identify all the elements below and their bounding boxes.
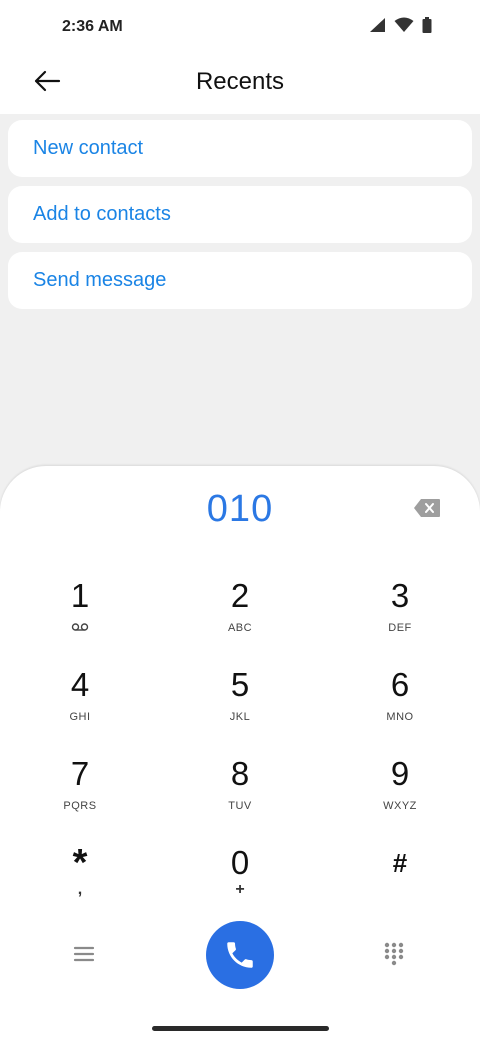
dialed-number: 010: [206, 488, 274, 530]
key-3[interactable]: 3 DEF: [340, 574, 460, 656]
key-0[interactable]: 0 +: [180, 841, 300, 923]
key-digit: 1: [70, 577, 90, 614]
wifi-icon: [394, 17, 414, 32]
key-letters: DEF: [388, 622, 412, 634]
key-digit: 8: [230, 755, 250, 792]
backspace-icon: [414, 499, 440, 517]
key-digit: 7: [70, 755, 90, 792]
home-indicator[interactable]: [152, 1026, 329, 1031]
key-digit: *: [72, 842, 88, 884]
dialpad-icon: [384, 942, 404, 966]
key-letters: JKL: [229, 711, 251, 723]
key-letters: PQRS: [63, 800, 97, 812]
key-9[interactable]: 9 WXYZ: [340, 752, 460, 834]
status-time: 2:36 AM: [62, 18, 123, 35]
send-message-button[interactable]: Send message: [8, 252, 472, 309]
key-1[interactable]: 1: [20, 574, 140, 656]
signal-icon: [370, 18, 385, 32]
key-7[interactable]: 7 PQRS: [20, 752, 140, 834]
key-star[interactable]: * ,: [20, 841, 140, 923]
key-letters: MNO: [386, 711, 414, 723]
key-letters: +: [235, 881, 245, 898]
key-8[interactable]: 8 TUV: [180, 752, 300, 834]
number-options-list: New contact Add to contacts Send message: [8, 120, 472, 318]
key-letters: WXYZ: [383, 800, 417, 812]
menu-button[interactable]: [72, 944, 98, 966]
key-letters: TUV: [228, 800, 252, 812]
key-6[interactable]: 6 MNO: [340, 663, 460, 745]
key-digit: 6: [390, 666, 410, 703]
page-title: Recents: [195, 68, 285, 95]
key-letters: GHI: [69, 711, 91, 723]
dialer-sheet: 010 1 2 ABC 3 DEF 4 GHI 5 JKL 6 MNO 7 PQ…: [0, 466, 480, 1040]
status-bar: 2:36 AM: [0, 0, 480, 56]
new-contact-button[interactable]: New contact: [8, 120, 472, 177]
key-digit: 3: [390, 577, 410, 614]
key-letters: ,: [77, 881, 83, 898]
key-letters: ABC: [227, 622, 253, 634]
key-2[interactable]: 2 ABC: [180, 574, 300, 656]
key-digit: 4: [70, 666, 90, 703]
key-digit: 0: [230, 844, 250, 881]
key-5[interactable]: 5 JKL: [180, 663, 300, 745]
add-to-contacts-button[interactable]: Add to contacts: [8, 186, 472, 243]
key-digit: 9: [390, 755, 410, 792]
backspace-button[interactable]: [413, 498, 443, 520]
key-digit: 5: [230, 666, 250, 703]
key-digit: #: [392, 848, 408, 878]
phone-icon: [227, 942, 253, 968]
key-digit: 2: [230, 577, 250, 614]
menu-icon: [73, 946, 95, 962]
status-icons: [369, 17, 432, 33]
battery-icon: [422, 17, 432, 33]
key-hash[interactable]: #: [340, 841, 460, 923]
app-header: Recents: [0, 56, 480, 114]
call-button[interactable]: [206, 921, 274, 989]
voicemail-icon: [71, 622, 89, 636]
key-4[interactable]: 4 GHI: [20, 663, 140, 745]
dialpad-toggle-button[interactable]: [384, 942, 406, 966]
